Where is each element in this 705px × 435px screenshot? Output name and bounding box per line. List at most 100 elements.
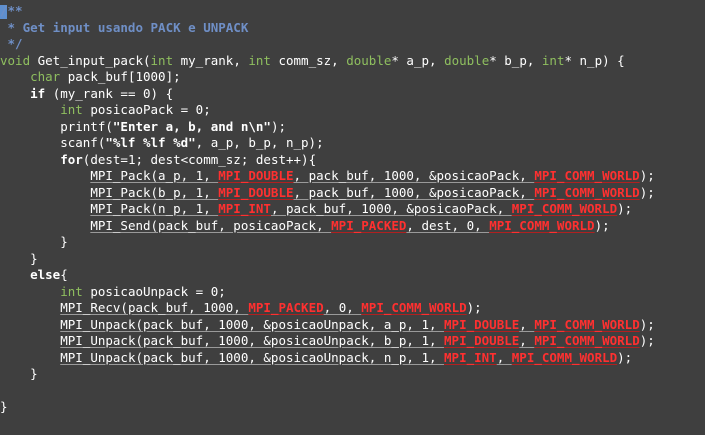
code-token-kw: for: [60, 151, 83, 167]
code-token-comment: **: [7, 3, 23, 18]
code-token-umpi: MPI_COMM_WORLD: [361, 300, 467, 315]
code-token-type: int: [60, 283, 83, 299]
code-token-plain: posicaoPack = 0;: [82, 102, 211, 117]
code-line[interactable]: }: [0, 366, 705, 383]
code-token-uplain: MPI_Unpack(pack_buf, 1000, &posicaoUnpac…: [60, 349, 445, 365]
code-token-plain: , a_p, b_p, n_p);: [195, 135, 324, 150]
code-line[interactable]: else{: [0, 267, 705, 284]
code-token-uplain: MPI_Unpack(pack_buf, 1000, &posicaoUnpac…: [60, 333, 445, 348]
code-token-uplain: , pack_buf, 1000, &posicaoPack,: [293, 168, 535, 183]
code-token-type: int: [541, 52, 565, 68]
code-token-type: int: [60, 102, 83, 117]
code-token-type: int: [248, 52, 271, 68]
code-token-plain: );: [617, 349, 633, 365]
code-token-umpi: MPI_PACKED: [248, 300, 324, 315]
code-token-plain: );: [639, 333, 655, 348]
code-token-plain: );: [270, 118, 286, 134]
text-cursor: /: [0, 3, 8, 19]
code-line[interactable]: printf("Enter a, b, and n\n");: [0, 119, 705, 136]
code-token-type: char: [30, 69, 61, 84]
code-token-kw: if: [30, 85, 46, 101]
code-line[interactable]: MPI_Send(pack_buf, posicaoPack, MPI_PACK…: [0, 218, 705, 235]
code-token-plain: }: [0, 399, 8, 414]
code-token-uplain: MPI_Pack(n_p, 1,: [90, 201, 219, 216]
code-token-uplain: , dest, 0,: [406, 217, 490, 233]
code-token-uplain: ,: [496, 349, 512, 365]
code-token-uplain: ,: [519, 333, 535, 348]
code-token-umpi: MPI_DOUBLE: [444, 333, 520, 348]
code-token-uplain: MPI_Recv(pack_buf, 1000,: [60, 300, 249, 315]
code-token-umpi: MPI_COMM_WORLD: [534, 168, 640, 183]
code-token-uplain: MPI_Pack(a_p, 1,: [90, 168, 219, 183]
code-line[interactable]: MPI_Unpack(pack_buf, 1000, &posicaoUnpac…: [0, 350, 705, 367]
code-line[interactable]: MPI_Unpack(pack_buf, 1000, &posicaoUnpac…: [0, 333, 705, 350]
code-line[interactable]: if (my_rank == 0) {: [0, 86, 705, 103]
code-token-type: int: [150, 52, 174, 68]
code-line[interactable]: void Get_input_pack(int my_rank, int com…: [0, 53, 705, 70]
code-token-plain: }: [0, 250, 38, 266]
code-line[interactable]: scanf("%lf %lf %d", a_p, b_p, n_p);: [0, 135, 705, 152]
code-token-uplain: MPI_Unpack(pack_buf, 1000, &posicaoUnpac…: [60, 316, 445, 332]
code-token-plain: (dest=1; dest<comm_sz; dest++){: [82, 151, 317, 167]
code-token-plain: * a_p,: [391, 52, 445, 68]
code-token-plain: comm_sz,: [270, 52, 347, 68]
code-line[interactable]: /**: [0, 3, 705, 20]
code-line[interactable]: MPI_Pack(a_p, 1, MPI_DOUBLE, pack_buf, 1…: [0, 168, 705, 185]
code-token-plain: pack_buf[1000];: [60, 69, 181, 84]
code-token-umpi: MPI_INT: [218, 201, 271, 216]
code-editor[interactable]: /** * Get input usando PACK e UNPACK */v…: [0, 0, 705, 435]
code-line[interactable]: char pack_buf[1000];: [0, 69, 705, 86]
code-line[interactable]: int posicaoUnpack = 0;: [0, 284, 705, 301]
code-token-kw: else: [30, 267, 61, 282]
code-token-umpi: MPI_PACKED: [331, 217, 407, 233]
code-line[interactable]: }: [0, 234, 705, 251]
code-token-umpi: MPI_DOUBLE: [218, 168, 294, 183]
code-token-plain: }: [0, 234, 68, 249]
code-token-plain: posicaoUnpack = 0;: [82, 283, 226, 299]
code-token-umpi: MPI_INT: [444, 349, 497, 365]
code-token-plain: );: [639, 316, 655, 332]
code-token-str: "%lf %lf %d": [105, 135, 196, 150]
code-line[interactable]: for(dest=1; dest<comm_sz; dest++){: [0, 152, 705, 169]
code-line[interactable]: */: [0, 36, 705, 53]
code-line[interactable]: }: [0, 251, 705, 268]
code-token-umpi: MPI_COMM_WORLD: [511, 201, 618, 216]
code-token-umpi: MPI_COMM_WORLD: [511, 349, 618, 365]
code-line[interactable]: MPI_Pack(b_p, 1, MPI_DOUBLE, pack_buf, 1…: [0, 185, 705, 202]
code-line[interactable]: MPI_Unpack(pack_buf, 1000, &posicaoUnpac…: [0, 317, 705, 334]
code-token-plain: {: [60, 267, 68, 282]
code-line[interactable]: int posicaoPack = 0;: [0, 102, 705, 119]
code-token-umpi: MPI_DOUBLE: [444, 316, 520, 332]
code-token-uplain: ,: [519, 316, 535, 332]
code-line[interactable]: }: [0, 399, 705, 416]
code-token-type: double: [444, 52, 490, 68]
code-token-plain: (my_rank == 0) {: [45, 85, 174, 101]
code-token-plain: * b_p,: [489, 52, 542, 68]
code-line[interactable]: [0, 383, 705, 400]
code-token-plain: );: [466, 300, 482, 315]
code-token-umpi: MPI_DOUBLE: [218, 184, 294, 200]
code-token-comment: */: [0, 36, 23, 51]
code-line[interactable]: MPI_Recv(pack_buf, 1000, MPI_PACKED, 0, …: [0, 300, 705, 317]
code-line[interactable]: * Get input usando PACK e UNPACK: [0, 20, 705, 37]
cursor-char: /: [0, 3, 8, 18]
code-line[interactable]: MPI_Pack(n_p, 1, MPI_INT, pack_buf, 1000…: [0, 201, 705, 218]
code-token-plain: }: [0, 366, 38, 381]
code-token-umpi: MPI_COMM_WORLD: [534, 184, 640, 200]
code-token-plain: printf(: [0, 118, 113, 134]
code-token-type: void: [0, 52, 31, 68]
code-token-plain: scanf(: [0, 135, 106, 150]
code-token-uplain: MPI_Send(pack_buf, posicaoPack,: [90, 217, 332, 233]
